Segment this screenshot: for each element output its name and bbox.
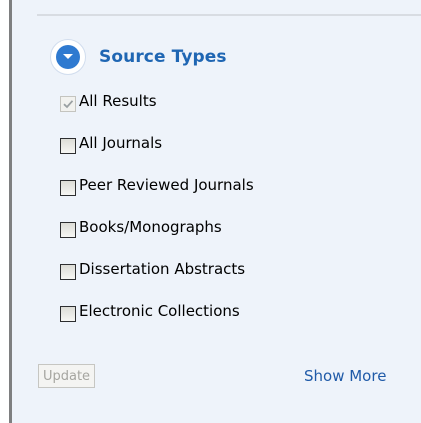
update-button[interactable]: Update xyxy=(38,364,95,388)
facet-header: Source Types xyxy=(50,38,227,76)
checkmark-icon xyxy=(63,100,74,109)
all-journals-checkbox[interactable] xyxy=(60,138,76,154)
electronic-collections-checkbox[interactable] xyxy=(60,306,76,322)
option-electronic-collections[interactable]: Electronic Collections xyxy=(60,301,254,322)
facet-title: Source Types xyxy=(99,47,227,67)
collapse-icon-fill xyxy=(56,45,80,69)
option-label: Dissertation Abstracts xyxy=(79,260,246,278)
books-monographs-checkbox[interactable] xyxy=(60,222,76,238)
peer-reviewed-journals-checkbox[interactable] xyxy=(60,180,76,196)
option-peer-reviewed-journals[interactable]: Peer Reviewed Journals xyxy=(60,175,254,196)
option-all-results[interactable]: All Results xyxy=(60,91,254,112)
option-label: All Results xyxy=(79,92,157,110)
option-label: Peer Reviewed Journals xyxy=(79,176,254,194)
option-dissertation-abstracts[interactable]: Dissertation Abstracts xyxy=(60,259,254,280)
source-type-options: All Results All Journals Peer Reviewed J… xyxy=(60,91,254,343)
option-all-journals[interactable]: All Journals xyxy=(60,133,254,154)
option-label: Books/Monographs xyxy=(79,218,222,236)
chevron-down-circle-icon[interactable] xyxy=(50,39,86,75)
chevron-down-icon xyxy=(63,54,73,59)
option-books-monographs[interactable]: Books/Monographs xyxy=(60,217,254,238)
dissertation-abstracts-checkbox[interactable] xyxy=(60,264,76,280)
all-results-checkbox[interactable] xyxy=(60,96,76,112)
option-label: All Journals xyxy=(79,134,163,152)
show-more-link[interactable]: Show More xyxy=(304,367,386,385)
source-types-panel: Source Types All Results All Journals Pe… xyxy=(9,0,421,423)
top-divider xyxy=(37,14,421,16)
option-label: Electronic Collections xyxy=(79,302,240,320)
